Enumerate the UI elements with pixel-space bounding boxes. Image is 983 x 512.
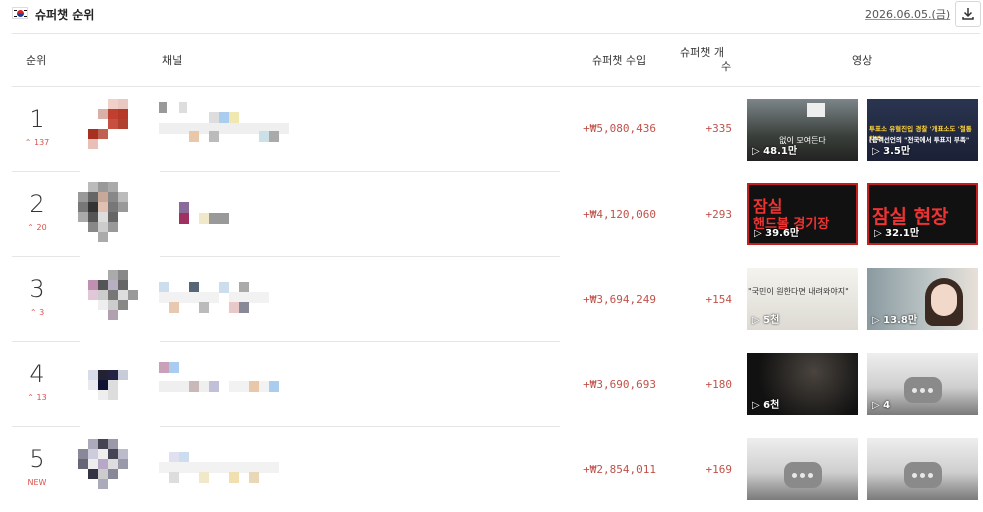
- table-row[interactable]: 2 ⌃ 20 +₩4,120,060 +293 잠실 핸드볼 경기장 ▷ 39.…: [12, 172, 980, 257]
- view-count: ▷ 39.6만: [754, 228, 800, 239]
- video-thumbnail[interactable]: ▷ 13.8만: [867, 268, 978, 330]
- superchat-count: +180: [705, 378, 733, 391]
- table-row[interactable]: 1 ⌃ 137 +₩5,080,436 +335 없이 모여든다 ▷ 48.1만…: [12, 87, 980, 172]
- avatar[interactable]: [78, 439, 142, 503]
- rank-number: 1: [29, 105, 45, 133]
- rank-change: ⌃ 20: [27, 223, 47, 232]
- column-count-cont: 수: [721, 60, 732, 73]
- video-thumbnail[interactable]: 잠실 핸드볼 경기장 ▷ 39.6만: [747, 183, 858, 245]
- video-thumbnail[interactable]: [867, 438, 978, 500]
- column-count: 슈퍼챗 개: [680, 46, 724, 59]
- avatar[interactable]: [88, 370, 152, 434]
- page-title: 슈퍼챗 순위: [35, 8, 95, 22]
- view-count: ▷ 13.8만: [872, 315, 918, 326]
- date-picker[interactable]: 2026.06.05.(금): [865, 6, 950, 22]
- video-thumbnail[interactable]: ▷ 6천: [747, 353, 858, 415]
- download-button[interactable]: [955, 1, 981, 27]
- superchat-income: +₩5,080,436: [583, 122, 656, 135]
- view-count: ▷ 48.1만: [752, 146, 798, 157]
- view-count: ▷ 5천: [752, 315, 780, 326]
- column-channel: 채널: [162, 54, 183, 67]
- superchat-count: +169: [705, 463, 733, 476]
- rank-number: 4: [29, 360, 45, 388]
- placeholder-icon: [784, 462, 822, 488]
- korea-flag-icon: [12, 7, 28, 19]
- video-thumbnail[interactable]: 없이 모여든다 ▷ 48.1만: [747, 99, 858, 161]
- rank-number: 2: [29, 190, 45, 218]
- video-thumbnail[interactable]: ▷ 4: [867, 353, 978, 415]
- column-income: 슈퍼챗 수입: [592, 54, 647, 67]
- superchat-income: +₩4,120,060: [583, 208, 656, 221]
- superchat-income: +₩2,854,011: [583, 463, 656, 476]
- view-count: ▷ 3.5만: [872, 146, 911, 157]
- video-thumbnail[interactable]: 잠실 현장 ▷ 32.1만: [867, 183, 978, 245]
- view-count: ▷ 6천: [752, 400, 780, 411]
- rank-change: ⌃ 3: [29, 308, 45, 317]
- superchat-count: +335: [705, 122, 733, 135]
- superchat-count: +154: [705, 293, 733, 306]
- header: 슈퍼챗 순위 2026.06.05.(금): [12, 0, 981, 34]
- table-row[interactable]: 3 ⌃ 3 +₩3,694,249 +154 "국민이 원한다면 내려와야지" …: [12, 257, 980, 342]
- column-rank: 순위: [26, 54, 47, 67]
- rank-change: NEW: [27, 478, 47, 487]
- placeholder-icon: [904, 377, 942, 403]
- video-thumbnail[interactable]: "국민이 원한다면 내려와야지" ▷ 5천: [747, 268, 858, 330]
- avatar[interactable]: [78, 182, 142, 246]
- download-icon: [962, 8, 974, 20]
- rank-change: ⌃ 13: [27, 393, 47, 402]
- column-videos: 영상: [852, 54, 873, 67]
- table-row[interactable]: 5 NEW +₩2,854,011 +169: [12, 427, 980, 512]
- view-count: ▷ 32.1만: [874, 228, 920, 239]
- table-row[interactable]: 4 ⌃ 13 +₩3,690,693 +180 ▷ 6천 ▷ 4: [12, 342, 980, 427]
- placeholder-icon: [904, 462, 942, 488]
- video-thumbnail[interactable]: 투표소 유혈진입 경찰 '개표소도 '철통차벽' [충격선언의 "전국에서 투표…: [867, 99, 978, 161]
- rank-change: ⌃ 137: [24, 138, 50, 147]
- view-count: ▷ 4: [872, 400, 891, 411]
- superchat-income: +₩3,690,693: [583, 378, 656, 391]
- avatar[interactable]: [88, 99, 152, 163]
- rank-number: 5: [29, 445, 45, 473]
- rank-number: 3: [29, 275, 45, 303]
- avatar[interactable]: [88, 270, 152, 334]
- superchat-income: +₩3,694,249: [583, 293, 656, 306]
- superchat-count: +293: [705, 208, 733, 221]
- table-header: 순위 채널 슈퍼챗 수입 슈퍼챗 개 수 영상: [12, 33, 980, 87]
- video-thumbnail[interactable]: [747, 438, 858, 500]
